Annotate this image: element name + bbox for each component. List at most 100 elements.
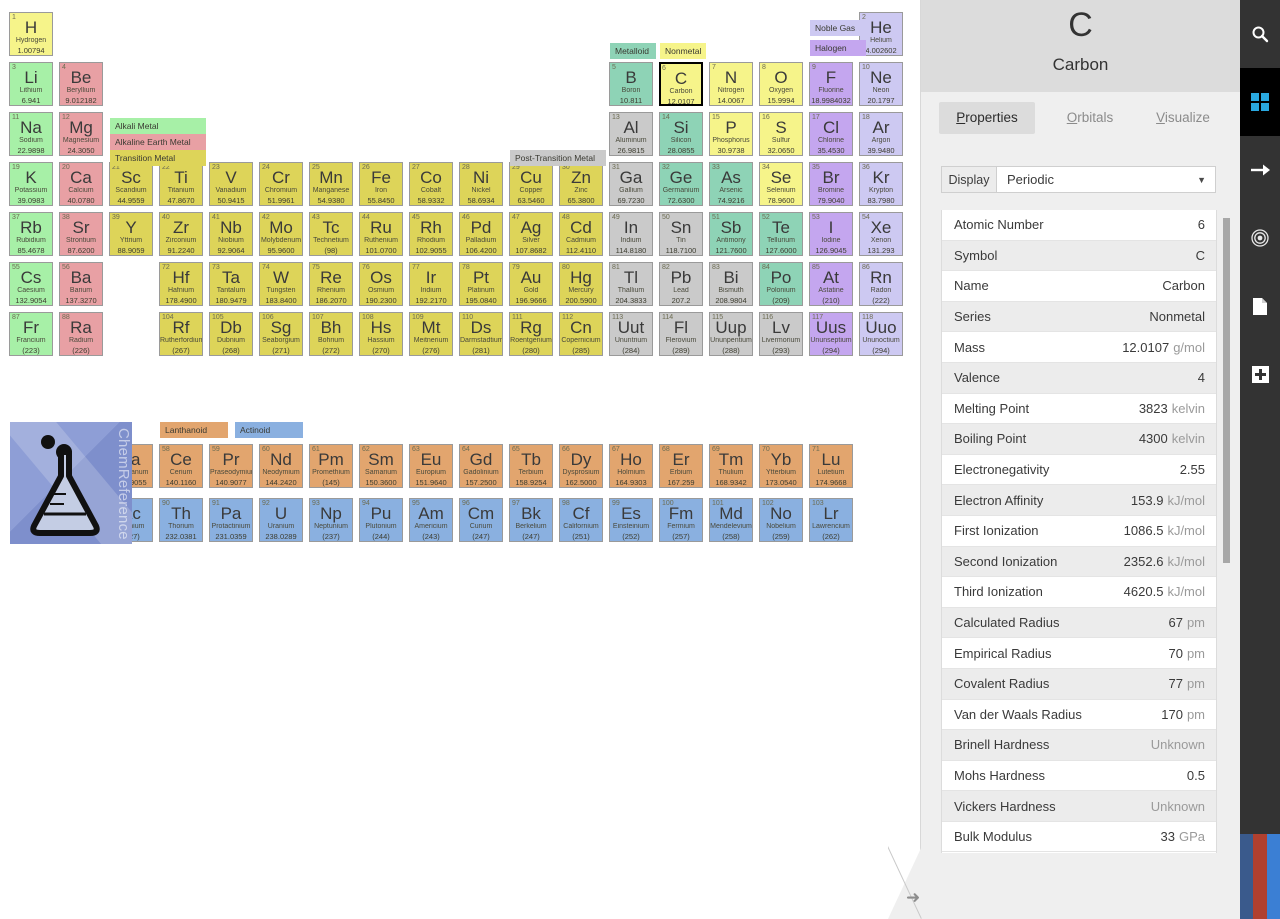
element-cell-ca[interactable]: 20 Ca Calcium 40.0780: [59, 162, 103, 206]
element-cell-th[interactable]: 90 Th Thorium 232.0381: [159, 498, 203, 542]
element-cell-cf[interactable]: 98 Cf Californium (251): [559, 498, 603, 542]
element-cell-ti[interactable]: 22 Ti Titanium 47.8670: [159, 162, 203, 206]
element-cell-bi[interactable]: 83 Bi Bismuth 208.9804: [709, 262, 753, 306]
element-cell-uuo[interactable]: 118 Uuo Ununoctium (294): [859, 312, 903, 356]
element-cell-ho[interactable]: 67 Ho Holmium 164.9303: [609, 444, 653, 488]
element-cell-nd[interactable]: 60 Nd Neodymium 144.2420: [259, 444, 303, 488]
property-row[interactable]: Name Carbon: [942, 271, 1216, 302]
element-cell-rn[interactable]: 86 Rn Radon (222): [859, 262, 903, 306]
element-cell-nb[interactable]: 41 Nb Niobium 92.9064: [209, 212, 253, 256]
property-row[interactable]: Boiling Point 4300 kelvin: [942, 424, 1216, 455]
element-cell-w[interactable]: 74 W Tungsten 183.8400: [259, 262, 303, 306]
element-cell-es[interactable]: 99 Es Einsteinium (252): [609, 498, 653, 542]
element-cell-pb[interactable]: 82 Pb Lead 207.2: [659, 262, 703, 306]
element-cell-tb[interactable]: 65 Tb Terbium 158.9254: [509, 444, 553, 488]
legend-act[interactable]: Actinoid: [235, 422, 303, 438]
element-cell-ge[interactable]: 32 Ge Germanium 72.6300: [659, 162, 703, 206]
element-cell-fe[interactable]: 26 Fe Iron 55.8450: [359, 162, 403, 206]
element-cell-md[interactable]: 101 Md Mendelevium (258): [709, 498, 753, 542]
element-cell-hs[interactable]: 108 Hs Hassium (270): [359, 312, 403, 356]
element-cell-rb[interactable]: 37 Rb Rubidium 85.4678: [9, 212, 53, 256]
element-cell-er[interactable]: 68 Er Erbium 167.259: [659, 444, 703, 488]
element-cell-s[interactable]: 16 S Sulfur 32.0650: [759, 112, 803, 156]
element-cell-k[interactable]: 19 K Potassium 39.0983: [9, 162, 53, 206]
element-cell-ba[interactable]: 56 Ba Barium 137.3270: [59, 262, 103, 306]
element-cell-mo[interactable]: 42 Mo Molybdenum 95.9600: [259, 212, 303, 256]
element-cell-si[interactable]: 14 Si Silicon 28.0855: [659, 112, 703, 156]
element-cell-p[interactable]: 15 P Phosphorus 30.9738: [709, 112, 753, 156]
tab-orbitals[interactable]: Orbitals: [1051, 102, 1129, 134]
element-cell-se[interactable]: 34 Se Selenium 78.9600: [759, 162, 803, 206]
property-row[interactable]: Mohs Hardness 0.5: [942, 760, 1216, 792]
legend-nonmetal[interactable]: Nonmetal: [660, 43, 706, 59]
element-cell-re[interactable]: 75 Re Rhenium 186.2070: [309, 262, 353, 306]
element-cell-al[interactable]: 13 Al Aluminum 26.9815: [609, 112, 653, 156]
element-cell-ni[interactable]: 28 Ni Nickel 58.6934: [459, 162, 503, 206]
element-cell-h[interactable]: 1 H Hydrogen 1.00794: [9, 12, 53, 56]
property-row[interactable]: First Ionization 1086.5 kJ/mol: [942, 515, 1216, 547]
element-cell-yb[interactable]: 70 Yb Ytterbium 173.0540: [759, 444, 803, 488]
element-cell-no[interactable]: 102 No Nobelium (259): [759, 498, 803, 542]
element-cell-fr[interactable]: 87 Fr Francium (223): [9, 312, 53, 356]
element-cell-br[interactable]: 35 Br Bromine 79.9040: [809, 162, 853, 206]
element-cell-ag[interactable]: 47 Ag Silver 107.8682: [509, 212, 553, 256]
element-cell-sg[interactable]: 106 Sg Seaborgium (271): [259, 312, 303, 356]
element-cell-ga[interactable]: 31 Ga Gallium 69.7230: [609, 162, 653, 206]
element-cell-sn[interactable]: 50 Sn Tin 118.7100: [659, 212, 703, 256]
property-row[interactable]: Melting Point 3823 kelvin: [942, 393, 1216, 425]
element-cell-sb[interactable]: 51 Sb Antimony 121.7600: [709, 212, 753, 256]
element-cell-sm[interactable]: 62 Sm Samarium 150.3600: [359, 444, 403, 488]
element-cell-np[interactable]: 93 Np Neptunium (237): [309, 498, 353, 542]
element-cell-tl[interactable]: 81 Tl Thallium 204.3833: [609, 262, 653, 306]
arrow-right-icon[interactable]: [1240, 136, 1280, 204]
element-cell-zn[interactable]: 30 Zn Zinc 65.3800: [559, 162, 603, 206]
document-icon[interactable]: [1240, 272, 1280, 340]
element-cell-zr[interactable]: 40 Zr Zirconium 91.2240: [159, 212, 203, 256]
legend-lanth[interactable]: Lanthanoid: [160, 422, 228, 438]
property-row[interactable]: Second Ionization 2352.6 kJ/mol: [942, 546, 1216, 578]
element-cell-c[interactable]: 6 C Carbon 12.0107: [659, 62, 703, 106]
element-cell-am[interactable]: 95 Am Americium (243): [409, 498, 453, 542]
element-cell-bk[interactable]: 97 Bk Berkelium (247): [509, 498, 553, 542]
property-row[interactable]: Covalent Radius 77 pm: [942, 668, 1216, 700]
element-cell-uus[interactable]: 117 Uus Ununseptium (294): [809, 312, 853, 356]
element-cell-ir[interactable]: 77 Ir Iridium 192.2170: [409, 262, 453, 306]
element-cell-n[interactable]: 7 N Nitrogen 14.0067: [709, 62, 753, 106]
element-cell-tc[interactable]: 43 Tc Technetium (98): [309, 212, 353, 256]
property-row[interactable]: Empirical Radius 70 pm: [942, 638, 1216, 669]
property-row[interactable]: Vickers Hardness Unknown: [942, 791, 1216, 822]
element-cell-gd[interactable]: 64 Gd Gadolinium 157.2500: [459, 444, 503, 488]
element-cell-u[interactable]: 92 U Uranium 238.0289: [259, 498, 303, 542]
element-cell-pr[interactable]: 59PrPraseodymium140.9077: [209, 444, 253, 488]
element-cell-ds[interactable]: 110 Ds Darmstadtium (281): [459, 312, 503, 356]
property-row[interactable]: Bulk Modulus 33 GPa: [942, 821, 1216, 853]
element-cell-dy[interactable]: 66 Dy Dysprosium 162.5000: [559, 444, 603, 488]
element-cell-pd[interactable]: 46 Pd Palladium 106.4200: [459, 212, 503, 256]
property-row[interactable]: Electronegativity 2.55: [942, 454, 1216, 486]
property-row[interactable]: Brinell Hardness Unknown: [942, 730, 1216, 761]
property-row[interactable]: Third Ionization 4620.5 kJ/mol: [942, 577, 1216, 608]
element-cell-i[interactable]: 53 I Iodine 126.9045: [809, 212, 853, 256]
element-cell-cn[interactable]: 112 Cn Copernicium (285): [559, 312, 603, 356]
element-cell-tm[interactable]: 69 Tm Thulium 168.9342: [709, 444, 753, 488]
element-cell-y[interactable]: 39 Y Yttrium 88.9059: [109, 212, 153, 256]
element-cell-te[interactable]: 52 Te Tellurium 127.6000: [759, 212, 803, 256]
element-cell-xe[interactable]: 54 Xe Xenon 131.293: [859, 212, 903, 256]
element-cell-au[interactable]: 79 Au Gold 196.9666: [509, 262, 553, 306]
element-cell-pt[interactable]: 78 Pt Platinum 195.0840: [459, 262, 503, 306]
property-row[interactable]: Mass 12.0107 g/mol: [942, 332, 1216, 363]
element-cell-uut[interactable]: 113 Uut Ununtrium (284): [609, 312, 653, 356]
element-cell-hg[interactable]: 80 Hg Mercury 200.5900: [559, 262, 603, 306]
element-cell-mg[interactable]: 12 Mg Magnesium 24.3050: [59, 112, 103, 156]
element-cell-bh[interactable]: 107 Bh Bohrium (272): [309, 312, 353, 356]
element-cell-ar[interactable]: 18 Ar Argon 39.9480: [859, 112, 903, 156]
properties-scrollbar[interactable]: [1223, 218, 1230, 563]
element-cell-sc[interactable]: 21 Sc Scandium 44.9559: [109, 162, 153, 206]
element-cell-pa[interactable]: 91 Pa Protactinium 231.0359: [209, 498, 253, 542]
element-cell-cs[interactable]: 55 Cs Caesium 132.9054: [9, 262, 53, 306]
element-cell-co[interactable]: 27 Co Cobalt 58.9332: [409, 162, 453, 206]
legend-metalloid[interactable]: Metalloid: [610, 43, 656, 59]
property-row[interactable]: Atomic Number 6: [942, 210, 1216, 241]
element-cell-cd[interactable]: 48 Cd Cadmium 112.4110: [559, 212, 603, 256]
element-cell-eu[interactable]: 63 Eu Europium 151.9640: [409, 444, 453, 488]
